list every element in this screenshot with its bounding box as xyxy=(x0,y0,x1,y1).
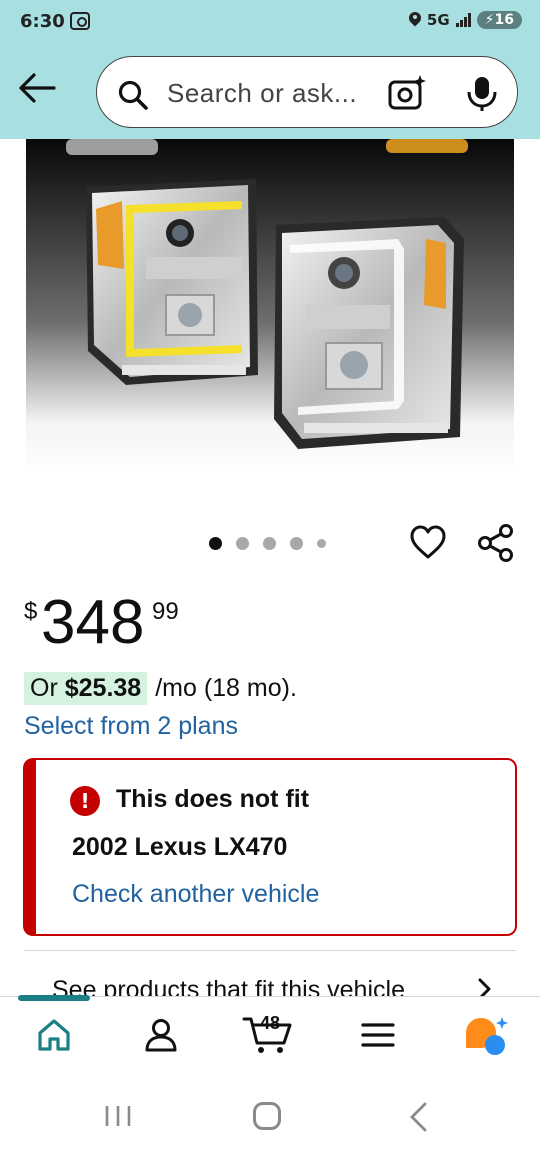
cart-button[interactable]: 48 xyxy=(242,1013,294,1055)
carousel-dot[interactable] xyxy=(236,537,249,550)
installment-highlight: Or $25.38 xyxy=(24,672,148,705)
product-image[interactable] xyxy=(26,139,514,473)
recent-apps-icon[interactable] xyxy=(104,1104,132,1128)
screenshot-icon xyxy=(70,12,90,30)
installment-amount: $25.38 xyxy=(64,674,142,702)
carousel-dot[interactable] xyxy=(317,539,326,548)
installment-term: /mo (18 mo). xyxy=(155,674,297,702)
select-plans-link[interactable]: Select from 2 plans xyxy=(24,712,238,741)
account-icon[interactable] xyxy=(143,1017,179,1053)
alert-vehicle: 2002 Lexus LX470 xyxy=(72,833,288,861)
active-tab-indicator xyxy=(18,995,90,1001)
system-back-icon[interactable] xyxy=(408,1102,428,1132)
price-whole: 348 xyxy=(41,588,145,657)
rufus-icon[interactable] xyxy=(462,1015,510,1057)
installment-offer: Or $25.38 /mo (18 mo). xyxy=(24,672,297,705)
system-nav-bar xyxy=(0,1070,540,1158)
camera-search-icon[interactable] xyxy=(387,73,427,113)
image-carousel-indicator xyxy=(209,537,326,550)
status-indicators: 5G ⚡16 xyxy=(409,11,522,29)
price-currency: $ xyxy=(24,598,38,625)
cart-count: 48 xyxy=(260,1013,281,1033)
bottom-nav: 48 xyxy=(0,995,540,1070)
right-headlight xyxy=(274,217,464,449)
check-another-vehicle-link[interactable]: Check another vehicle xyxy=(72,880,319,909)
signal-icon xyxy=(455,13,471,27)
carousel-dot[interactable] xyxy=(290,537,303,550)
see-fitting-products-link[interactable]: See products that fit this vehicle xyxy=(52,972,452,996)
chevron-right-icon[interactable] xyxy=(476,978,494,998)
heart-icon[interactable] xyxy=(409,524,447,560)
installment-prefix: Or xyxy=(30,674,58,702)
share-icon[interactable] xyxy=(476,523,516,563)
menu-icon[interactable] xyxy=(360,1017,396,1053)
app-header: Search or ask... xyxy=(0,46,540,139)
search-input[interactable]: Search or ask... xyxy=(167,78,357,109)
search-icon xyxy=(118,80,148,110)
alert-icon: ! xyxy=(70,786,100,816)
price-fraction: 99 xyxy=(152,598,179,625)
alert-title: This does not fit xyxy=(116,785,310,813)
divider xyxy=(24,950,516,951)
carousel-dot[interactable] xyxy=(209,537,222,550)
network-label: 5G xyxy=(426,11,450,29)
system-home-icon[interactable] xyxy=(253,1102,281,1130)
status-bar: 6:30 5G ⚡16 xyxy=(0,0,540,46)
home-icon[interactable] xyxy=(36,1017,72,1053)
location-icon xyxy=(409,12,421,28)
carousel-dot[interactable] xyxy=(263,537,276,550)
status-time: 6:30 xyxy=(20,11,65,32)
left-headlight xyxy=(86,179,258,385)
vehicle-fit-alert: ! This does not fit 2002 Lexus LX470 Che… xyxy=(23,758,517,936)
search-bar[interactable]: Search or ask... xyxy=(96,56,518,128)
battery-level: 16 xyxy=(494,12,514,28)
back-arrow-icon[interactable] xyxy=(18,72,56,104)
battery-icon: ⚡16 xyxy=(476,11,522,29)
microphone-icon[interactable] xyxy=(465,75,499,113)
